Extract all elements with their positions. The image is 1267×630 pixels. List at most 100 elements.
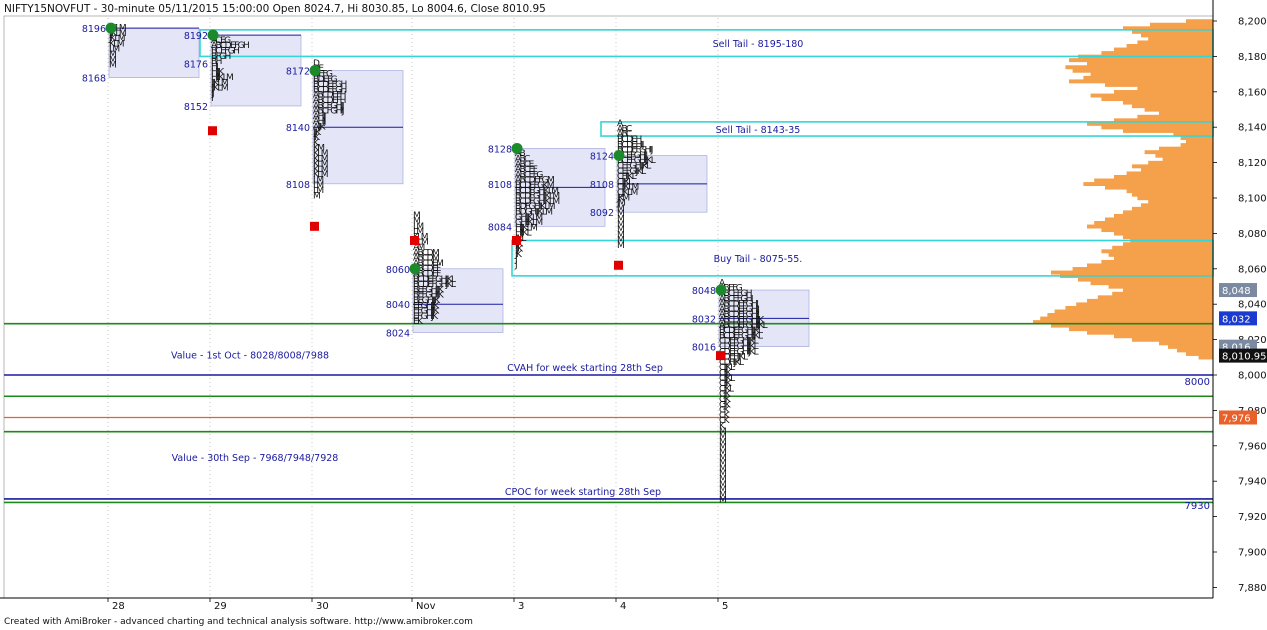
volume-profile-bar xyxy=(1069,58,1213,63)
volume-profile-bar xyxy=(1150,22,1213,27)
volume-profile-bar xyxy=(1114,231,1213,236)
price-label: 8168 xyxy=(82,74,106,85)
volume-profile-bar xyxy=(1148,36,1213,41)
volume-profile-bar xyxy=(1177,348,1213,353)
volume-profile-bar xyxy=(1108,284,1213,289)
price-label: 8140 xyxy=(286,123,310,134)
chart-window: 8000 7930 Value - 1st Oct - 8028/8008/7988… xyxy=(0,0,1267,627)
volume-profile-bar xyxy=(1168,344,1213,349)
volume-profile-bar xyxy=(1076,302,1213,307)
volume-profile-bar xyxy=(1097,295,1213,300)
reference-line-tag: 7930 xyxy=(1185,501,1210,512)
volume-profile-bar xyxy=(1114,334,1213,339)
x-tick-label: 30 xyxy=(316,601,329,612)
y-tick-label: 7,940 xyxy=(1238,477,1267,488)
close-marker xyxy=(310,221,319,231)
volume-profile-bar xyxy=(1144,150,1213,155)
volume-profile-bar xyxy=(1155,153,1213,158)
close-marker xyxy=(614,260,623,270)
y-tick-label: 8,140 xyxy=(1238,123,1267,134)
tail-box-label: Buy Tail - 8075-55. xyxy=(714,254,803,265)
volume-profile-bar xyxy=(1114,47,1213,52)
volume-profile-bar xyxy=(1108,252,1213,257)
volume-profile-bar xyxy=(1144,107,1213,112)
close-marker xyxy=(512,235,521,245)
open-marker xyxy=(715,284,727,296)
volume-profile-bar xyxy=(1141,167,1213,172)
price-tag-label: 7,976 xyxy=(1222,413,1251,424)
open-marker xyxy=(409,263,421,275)
annotation-text: CVAH for week starting 28th Sep xyxy=(507,363,663,374)
volume-profile-bar xyxy=(1094,178,1213,183)
price-label: 8128 xyxy=(488,144,512,155)
annotation-text: Value - 30th Sep - 7968/7948/7928 xyxy=(172,453,339,464)
price-label: 8040 xyxy=(386,300,410,311)
close-marker xyxy=(208,126,217,136)
y-tick-label: 8,060 xyxy=(1238,264,1267,275)
price-label: 8172 xyxy=(286,67,310,78)
volume-profile-bar xyxy=(1114,256,1213,261)
volume-profile-bar xyxy=(1137,196,1213,201)
volume-profile-bar xyxy=(1087,330,1213,335)
volume-profile-bar xyxy=(1114,174,1213,179)
price-label: 8152 xyxy=(184,102,208,113)
y-tick-label: 8,200 xyxy=(1238,17,1267,28)
price-label: 8192 xyxy=(184,31,208,42)
volume-profile-bar xyxy=(1083,75,1213,80)
volume-profile-bar xyxy=(1148,199,1213,204)
tail-box-label: Sell Tail - 8195-180 xyxy=(713,39,804,50)
footer-credit: Created with AmiBroker - advanced charti… xyxy=(4,617,473,626)
volume-profile-bar xyxy=(1105,185,1213,190)
x-tick-label: 5 xyxy=(722,601,728,612)
price-label: 8108 xyxy=(488,180,512,191)
volume-profile-bar xyxy=(1051,270,1213,275)
volume-profile-bar xyxy=(1180,143,1213,148)
price-label: 8124 xyxy=(590,152,614,163)
volume-profile-bar xyxy=(1132,164,1213,169)
x-tick-label: 28 xyxy=(112,601,125,612)
volume-profile-bar xyxy=(1123,242,1213,247)
y-tick-label: 8,180 xyxy=(1238,52,1267,63)
price-label: 8024 xyxy=(386,329,410,340)
open-marker xyxy=(613,150,625,162)
volume-profile-bar xyxy=(1087,224,1213,229)
volume-profile-bar xyxy=(1101,249,1213,254)
volume-profile-bar xyxy=(1186,139,1213,144)
volume-profile-bar xyxy=(1069,79,1213,84)
volume-profile-bar xyxy=(1112,291,1213,296)
price-tag-label: 8,032 xyxy=(1222,314,1251,325)
price-label: 8048 xyxy=(692,286,716,297)
y-tick-label: 8,120 xyxy=(1238,158,1267,169)
volume-profile-bar xyxy=(1047,313,1213,317)
volume-profile-bar xyxy=(1087,263,1213,268)
volume-profile-bar xyxy=(1054,309,1213,314)
volume-profile-bar xyxy=(1123,210,1213,215)
y-tick-label: 8,080 xyxy=(1238,229,1267,240)
volume-profile-bar xyxy=(1101,125,1213,130)
volume-profile-bar xyxy=(1123,128,1213,133)
volume-profile-bar xyxy=(1132,192,1213,197)
volume-profile-bar xyxy=(1123,288,1213,293)
volume-profile-bar xyxy=(1126,171,1213,176)
volume-profile-bar xyxy=(1087,298,1213,303)
volume-profile-bar xyxy=(1126,189,1213,194)
volume-profile-bar xyxy=(1090,93,1213,98)
volume-profile-bar xyxy=(1065,65,1213,70)
open-marker xyxy=(309,65,321,77)
volume-profile-bar xyxy=(1114,90,1213,94)
tpo-row: M xyxy=(719,496,726,506)
price-label: 8108 xyxy=(286,180,310,191)
volume-profile-bar xyxy=(1126,44,1213,48)
volume-profile-bar xyxy=(1065,305,1213,310)
volume-profile-bar xyxy=(1090,72,1213,77)
x-tick-label: 29 xyxy=(214,601,227,612)
volume-profile-bar xyxy=(1078,277,1213,282)
volume-profile-bar xyxy=(1137,40,1213,45)
volume-profile-bar xyxy=(1132,337,1213,342)
price-tag-label: 8,010.95 xyxy=(1222,352,1267,363)
tail-box-label: Sell Tail - 8143-35 xyxy=(716,125,801,136)
open-marker xyxy=(207,29,219,41)
volume-profile-bar xyxy=(1186,351,1213,356)
y-tick-label: 8,160 xyxy=(1238,87,1267,98)
volume-profile-bar xyxy=(1101,97,1213,102)
